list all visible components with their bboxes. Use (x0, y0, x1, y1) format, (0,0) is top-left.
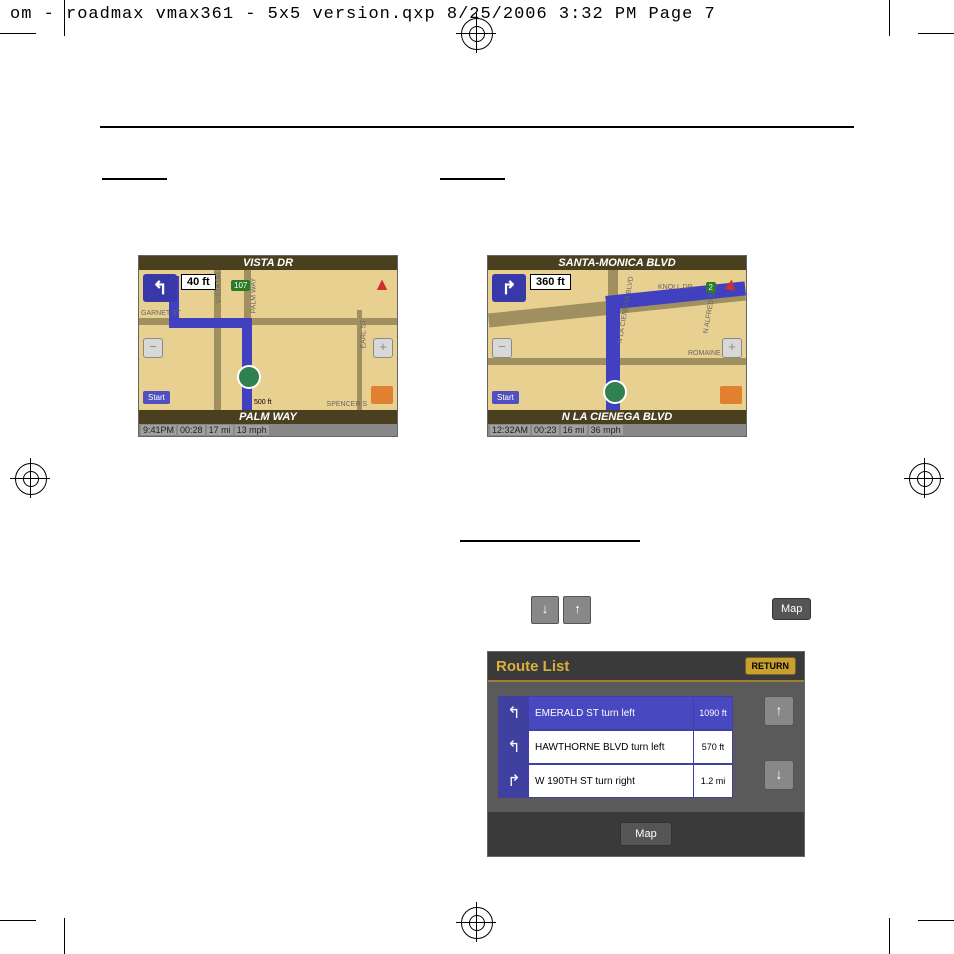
route-table: ↰ EMERALD ST turn left 1090 ft ↰ HAWTHOR… (498, 696, 733, 798)
street-label: EARL ST (361, 320, 368, 349)
map-view: ↱ 360 ft 2 ROMAINE ST KNOLL DR N ALFRED … (488, 270, 746, 410)
turn-distance: 360 ft (530, 274, 571, 290)
turn-right-icon: ↱ (499, 765, 529, 797)
highway-shield: 107 (231, 280, 250, 291)
time-remaining: 00:23 (532, 425, 559, 435)
route-item[interactable]: ↰ HAWTHORNE BLVD turn left 570 ft (498, 730, 733, 764)
section-heading-underline (460, 540, 640, 542)
turn-left-icon: ↰ (499, 731, 529, 763)
turn-indicator: ↰ (143, 274, 177, 302)
street-label: VISTA DR (216, 272, 223, 303)
registration-mark (456, 13, 496, 53)
section-heading-underline (102, 178, 167, 180)
current-street: N LA CIENEGA BLVD (488, 410, 746, 424)
registration-mark (456, 902, 496, 942)
route-item-distance: 1.2 mi (693, 765, 732, 797)
speed-indicator: 36 mph (589, 425, 623, 435)
crop-mark (0, 33, 36, 34)
start-button[interactable]: Start (492, 391, 519, 404)
street-label: KNOLL DR (658, 284, 693, 291)
registration-mark (10, 458, 50, 498)
gps-screenshot-left: VISTA DR ↰ 40 ft 107 GARNET ST VISTA DR … (138, 255, 398, 437)
gps-screenshot-right: SANTA-MONICA BLVD ↱ 360 ft 2 ROMAINE ST … (487, 255, 747, 437)
route-item-distance: 570 ft (693, 731, 732, 763)
scroll-up-button[interactable]: ↑ (764, 696, 794, 726)
vehicle-position-icon (237, 365, 261, 389)
zoom-out-button[interactable]: − (492, 338, 512, 358)
page-top-rule (100, 126, 854, 128)
crop-mark (0, 920, 36, 921)
street-label: PALM WAY (251, 278, 258, 314)
zoom-out-button[interactable]: − (143, 338, 163, 358)
scroll-down-button[interactable]: ↓ (764, 760, 794, 790)
crop-mark (918, 33, 954, 34)
status-bar: 12:32AM 00:23 16 mi 36 mph (488, 424, 746, 436)
crop-mark (889, 918, 890, 954)
clock: 9:41PM (141, 425, 176, 435)
route-item-text: EMERALD ST turn left (529, 697, 693, 729)
crop-mark (64, 918, 65, 954)
down-arrow-icon: ↓ (531, 596, 559, 624)
speaker-icon[interactable] (371, 386, 393, 404)
crop-mark (889, 0, 890, 36)
zoom-in-button[interactable]: + (722, 338, 742, 358)
turn-indicator: ↱ (492, 274, 526, 302)
crop-mark (64, 0, 65, 36)
time-remaining: 00:28 (178, 425, 205, 435)
status-bar: 9:41PM 00:28 17 mi 13 mph (139, 424, 397, 436)
route-item[interactable]: ↰ EMERALD ST turn left 1090 ft (498, 696, 733, 730)
turn-distance: 40 ft (181, 274, 216, 290)
next-street: SANTA-MONICA BLVD (488, 256, 746, 270)
speed-indicator: 13 mph (235, 425, 269, 435)
next-street: VISTA DR (139, 256, 397, 270)
start-button[interactable]: Start (143, 391, 170, 404)
distance-remaining: 16 mi (561, 425, 587, 435)
up-arrow-icon: ↑ (563, 596, 591, 624)
street-label: GARNET ST (141, 310, 181, 317)
compass-north-icon: ▲ (373, 274, 391, 295)
scale-label: 500 ft (254, 399, 272, 406)
map-button[interactable]: Map (620, 822, 671, 846)
street-label: SPENCER S (327, 401, 367, 408)
distance-remaining: 17 mi (207, 425, 233, 435)
return-button[interactable]: RETURN (745, 657, 797, 675)
zoom-in-button[interactable]: + (373, 338, 393, 358)
turn-left-icon: ↰ (499, 697, 529, 729)
speaker-icon[interactable] (720, 386, 742, 404)
clock: 12:32AM (490, 425, 530, 435)
registration-mark (904, 458, 944, 498)
route-item-text: W 190TH ST turn right (529, 765, 693, 797)
vehicle-position-icon (603, 380, 627, 404)
route-list-screenshot: Route List RETURN ↰ EMERALD ST turn left… (487, 651, 805, 857)
route-item[interactable]: ↱ W 190TH ST turn right 1.2 mi (498, 764, 733, 798)
current-street: PALM WAY (139, 410, 397, 424)
route-list-title: Route List (496, 658, 569, 675)
route-item-text: HAWTHORNE BLVD turn left (529, 731, 693, 763)
map-view: ↰ 40 ft 107 GARNET ST VISTA DR PALM WAY … (139, 270, 397, 410)
route-item-distance: 1090 ft (693, 697, 732, 729)
section-heading-underline (440, 178, 505, 180)
crop-mark (918, 920, 954, 921)
inline-button-group: ↓ ↑ (531, 596, 591, 624)
map-button-inline: Map (772, 598, 811, 620)
